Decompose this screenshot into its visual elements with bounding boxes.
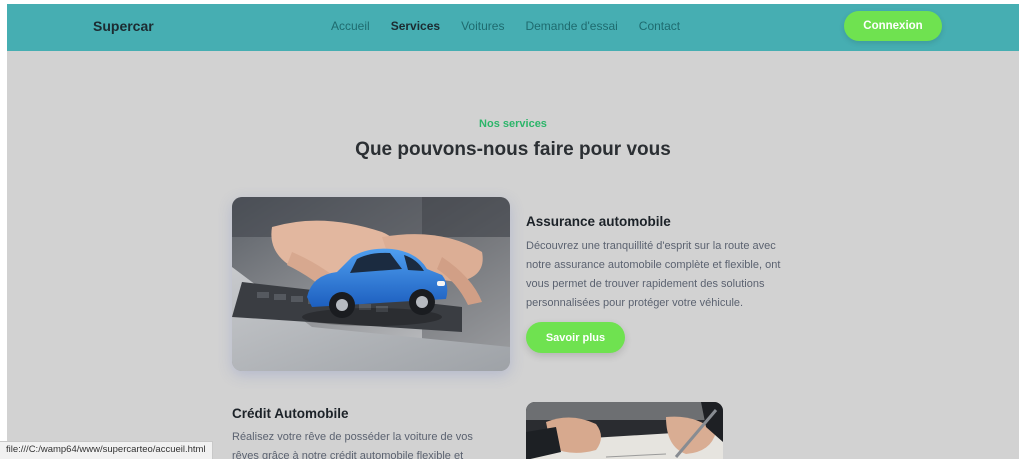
learn-more-button[interactable]: Savoir plus	[526, 322, 625, 353]
nav-link-accueil[interactable]: Accueil	[331, 19, 370, 33]
section-title: Que pouvons-nous faire pour vous	[355, 139, 671, 160]
description-line: Découvrez une tranquillité d'esprit sur …	[526, 240, 776, 252]
insurance-image	[232, 197, 510, 371]
page: Supercar Accueil Services Voitures Deman…	[7, 4, 1019, 459]
credit-image	[526, 402, 723, 459]
description-line: Réalisez votre rêve de posséder la voitu…	[232, 431, 473, 443]
section-eyebrow: Nos services	[479, 118, 547, 130]
nav-link-services[interactable]: Services	[391, 19, 440, 33]
nav-link-demande-essai[interactable]: Demande d'essai	[525, 19, 617, 33]
description-line: personnalisées pour protéger votre véhic…	[526, 297, 744, 309]
login-button[interactable]: Connexion	[844, 11, 942, 41]
nav-link-contact[interactable]: Contact	[639, 19, 680, 33]
service-title-insurance: Assurance automobile	[526, 214, 671, 229]
navbar: Supercar Accueil Services Voitures Deman…	[7, 4, 1019, 51]
service-description-insurance: Découvrez une tranquillité d'esprit sur …	[526, 237, 826, 313]
brand-logo[interactable]: Supercar	[93, 18, 154, 34]
description-line: rêves grâce à notre crédit automobile fl…	[232, 450, 464, 459]
nav-link-voitures[interactable]: Voitures	[461, 19, 504, 33]
description-line: notre assurance automobile complète et f…	[526, 259, 781, 271]
service-description-credit: Réalisez votre rêve de posséder la voitu…	[232, 428, 522, 459]
nav-links: Accueil Services Voitures Demande d'essa…	[331, 19, 680, 33]
browser-status-bar: file:///C:/wamp64/www/supercarteo/accuei…	[0, 441, 213, 459]
service-title-credit: Crédit Automobile	[232, 406, 349, 421]
description-line: vous permet de trouver rapidement des so…	[526, 278, 765, 290]
